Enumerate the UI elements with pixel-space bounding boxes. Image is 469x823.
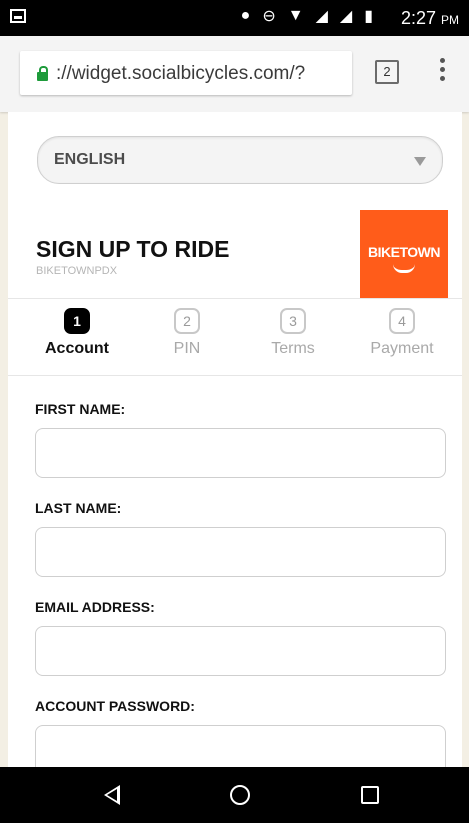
password-input[interactable]	[35, 725, 446, 767]
signal-h-icon: ◢	[315, 8, 328, 25]
step-payment[interactable]: 4 Payment	[357, 308, 447, 358]
step-number: 3	[280, 308, 306, 334]
language-select-value: ENGLISH	[54, 151, 126, 168]
tab-switcher-button[interactable]: 2	[375, 60, 399, 84]
back-icon[interactable]	[104, 785, 120, 805]
email-label: EMAIL ADDRESS:	[35, 599, 155, 615]
last-name-label: LAST NAME:	[35, 500, 122, 516]
web-page: ENGLISH SIGN UP TO RIDE BIKETOWNPDX BIKE…	[8, 112, 462, 767]
signal-g-icon: ◢	[339, 8, 353, 25]
status-time: 2:27 PM	[400, 8, 459, 28]
step-label: Payment	[370, 340, 434, 357]
divider	[8, 298, 462, 299]
overflow-menu-icon[interactable]	[440, 58, 446, 88]
battery-icon: ▮	[364, 8, 373, 25]
language-select[interactable]: ENGLISH	[37, 136, 443, 184]
step-label: PIN	[173, 340, 201, 357]
biketown-logo: BIKETOWN	[360, 210, 448, 298]
browser-toolbar: ://widget.socialbicycles.com/? 2	[0, 36, 469, 112]
step-number: 2	[174, 308, 200, 334]
wifi-icon: ▼	[287, 7, 304, 24]
do-not-disturb-icon: ⊖	[262, 8, 276, 25]
image-notification-icon	[10, 9, 26, 23]
status-icons: ● ⊖ ▼ ◢ ◢ ▮	[241, 6, 373, 26]
logo-text: BIKETOWN	[368, 244, 440, 260]
step-terms[interactable]: 3 Terms	[248, 308, 338, 358]
first-name-label: FIRST NAME:	[35, 401, 126, 417]
status-bar: ● ⊖ ▼ ◢ ◢ ▮ 2:27 PM	[0, 0, 469, 36]
recent-apps-icon[interactable]	[361, 786, 379, 804]
page-title: SIGN UP TO RIDE	[36, 236, 230, 262]
home-icon[interactable]	[230, 785, 250, 805]
step-account[interactable]: 1 Account	[32, 308, 122, 358]
password-label: ACCOUNT PASSWORD:	[35, 698, 195, 714]
step-label: Terms	[271, 340, 315, 357]
email-input[interactable]	[35, 626, 446, 676]
address-bar[interactable]: ://widget.socialbicycles.com/?	[20, 51, 352, 95]
first-name-input[interactable]	[35, 428, 446, 478]
navigation-bar	[0, 767, 469, 823]
lock-icon	[37, 66, 48, 81]
step-number: 1	[64, 308, 90, 334]
swoosh-icon	[393, 264, 415, 273]
step-pin[interactable]: 2 PIN	[142, 308, 232, 358]
divider	[8, 375, 462, 376]
step-number: 4	[389, 308, 415, 334]
last-name-input[interactable]	[35, 527, 446, 577]
location-icon: ●	[240, 7, 251, 24]
url-text[interactable]: ://widget.socialbicycles.com/?	[56, 63, 305, 85]
chevron-down-icon	[414, 157, 426, 166]
step-label: Account	[45, 340, 109, 357]
page-subtitle: BIKETOWNPDX	[36, 265, 118, 277]
